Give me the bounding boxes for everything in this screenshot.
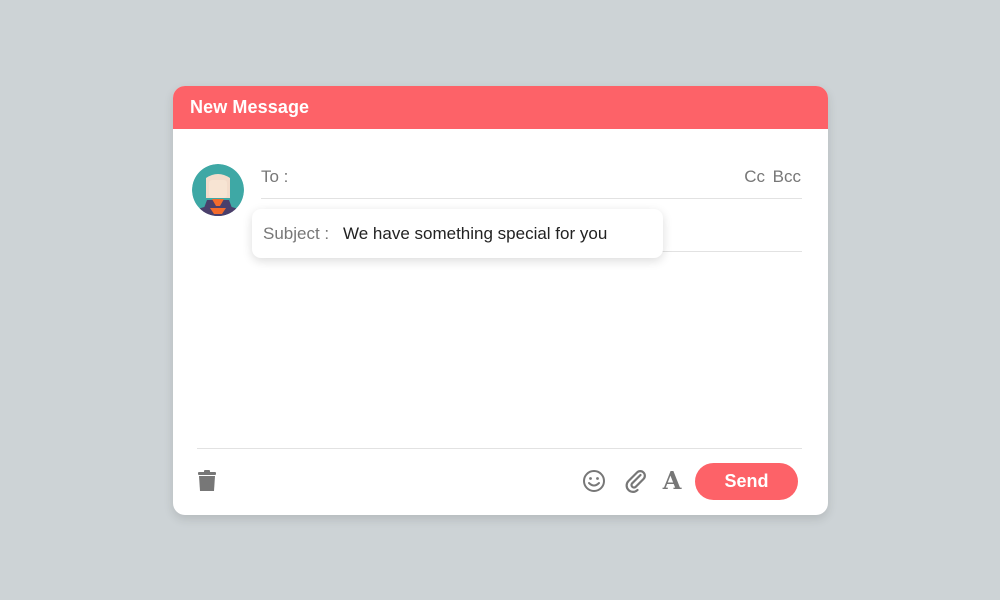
emoji-icon[interactable]	[582, 469, 606, 493]
cc-link[interactable]: Cc	[744, 167, 765, 187]
to-label: To :	[261, 167, 289, 186]
footer-divider	[197, 448, 802, 449]
compose-header: New Message	[173, 86, 828, 129]
subject-value[interactable]: We have something special for you	[343, 224, 607, 244]
send-button[interactable]: Send	[695, 463, 798, 500]
compose-window: New Message To : Cc Bcc Subject : We hav…	[173, 86, 828, 515]
bcc-link[interactable]: Bcc	[773, 167, 801, 187]
avatar	[192, 164, 244, 216]
attachment-icon[interactable]	[624, 469, 648, 493]
compose-title: New Message	[190, 97, 310, 117]
text-format-icon[interactable]: A	[660, 468, 684, 494]
subject-field[interactable]: Subject : We have something special for …	[252, 209, 663, 258]
to-field[interactable]: To : Cc Bcc	[261, 164, 802, 199]
trash-icon[interactable]	[196, 470, 218, 492]
subject-label: Subject :	[263, 224, 330, 243]
